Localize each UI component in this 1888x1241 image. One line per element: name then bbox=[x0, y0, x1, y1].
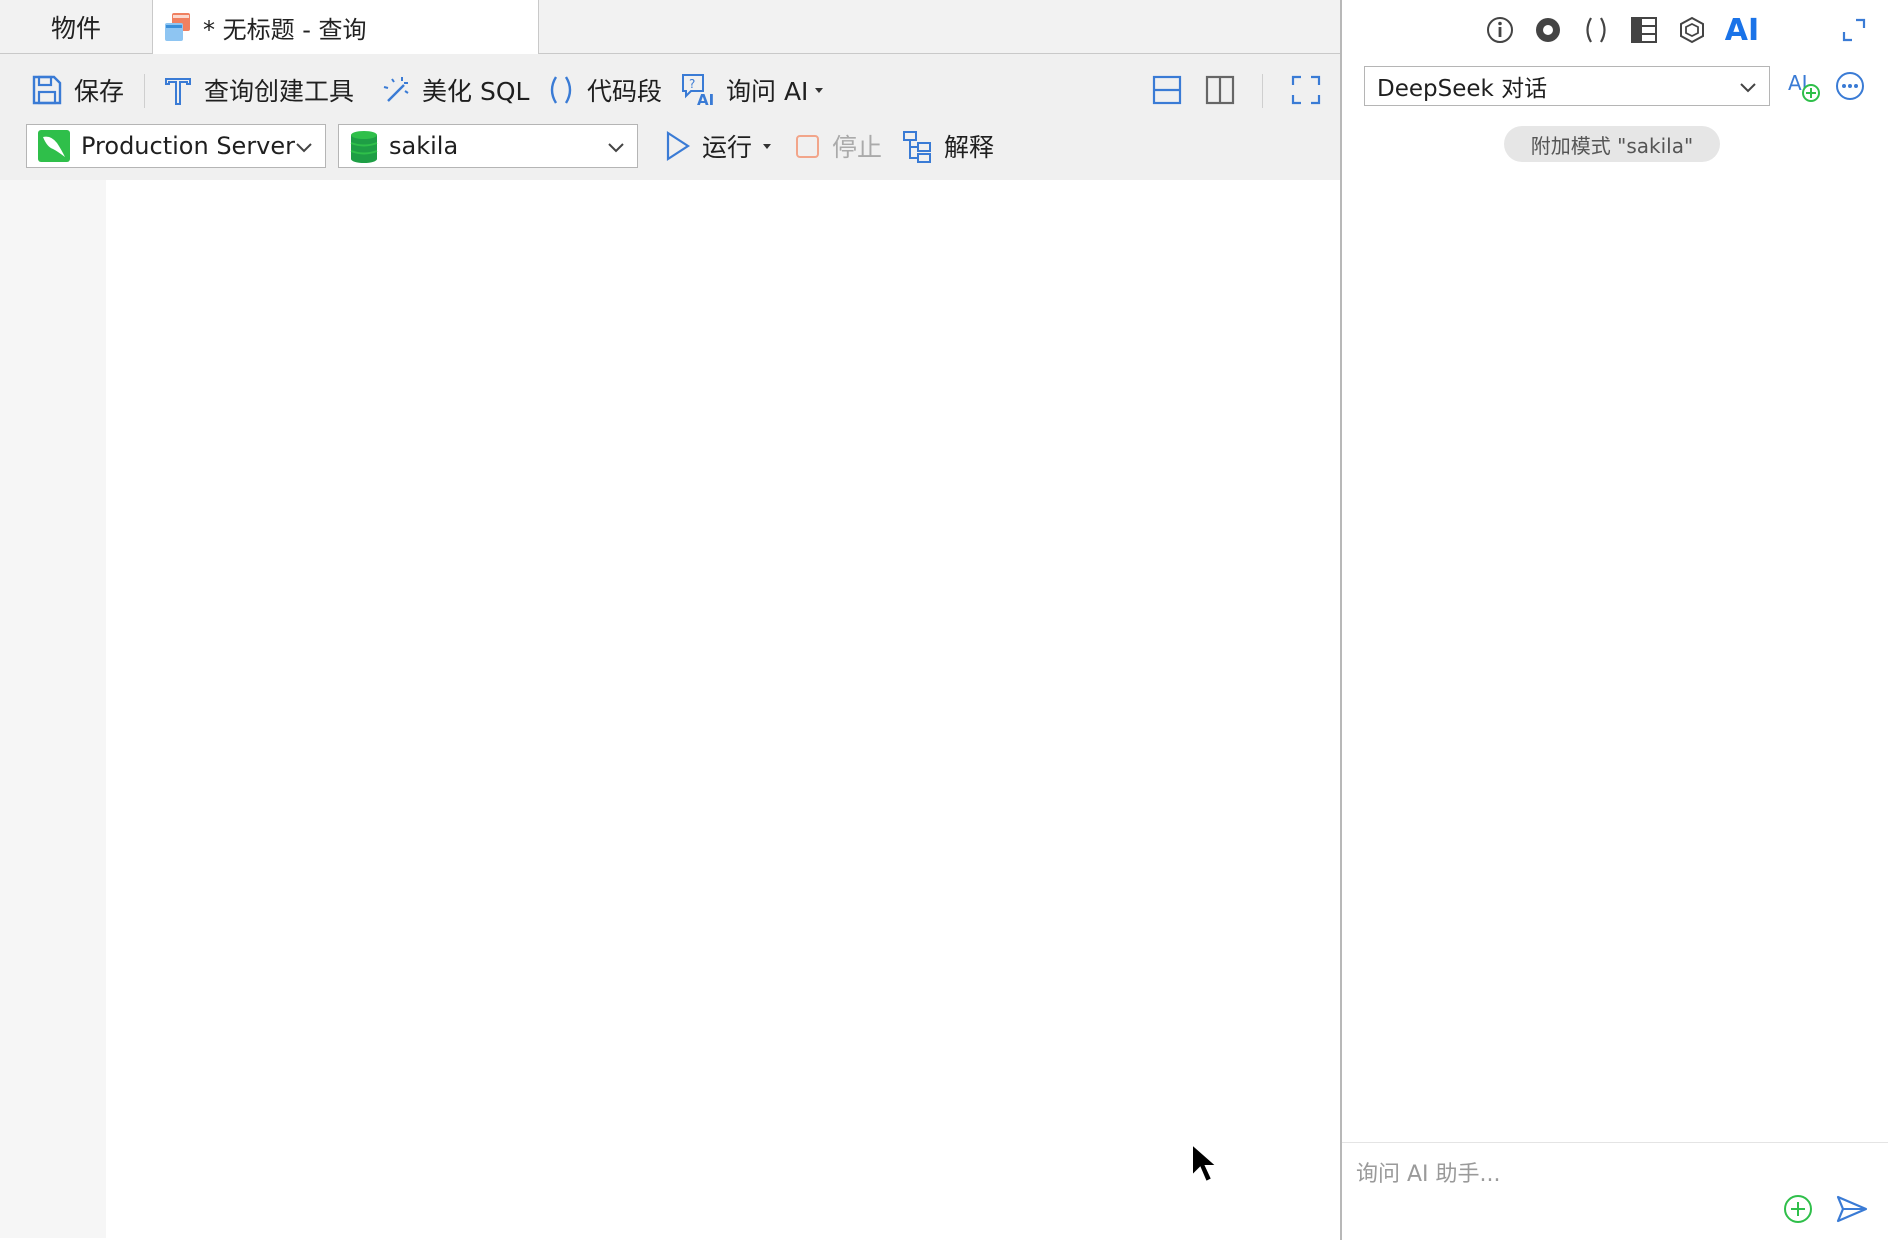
chevron-down-icon bbox=[1740, 83, 1756, 93]
ai-chat-input[interactable] bbox=[1354, 1151, 1798, 1197]
fullscreen-button[interactable] bbox=[1289, 68, 1333, 112]
layout-horizontal-split-button[interactable] bbox=[1150, 68, 1194, 112]
play-icon bbox=[666, 130, 691, 162]
chevron-down-icon bbox=[296, 143, 312, 153]
expand-icon bbox=[1842, 18, 1866, 42]
run-label: 运行 bbox=[702, 133, 753, 162]
split-vertical-icon bbox=[1205, 75, 1235, 105]
database-select[interactable]: sakila bbox=[338, 124, 638, 168]
expand-panel-button[interactable] bbox=[1836, 10, 1872, 50]
mysql-dolphin-icon bbox=[38, 130, 70, 162]
database-name: sakila bbox=[389, 132, 459, 160]
code-snippet-tab[interactable] bbox=[1578, 10, 1614, 50]
stop-icon bbox=[796, 135, 819, 158]
parentheses-icon bbox=[550, 76, 572, 104]
ai-tab-label: AI bbox=[1724, 12, 1760, 48]
tab-untitled-query-label: * 无标题 - 查询 bbox=[203, 15, 367, 44]
toolbar-separator bbox=[144, 74, 145, 108]
more-options-button[interactable] bbox=[1832, 66, 1868, 106]
ask-ai-label: 询问 AI bbox=[726, 77, 809, 106]
send-icon bbox=[1836, 1195, 1868, 1223]
ai-add-icon: AI bbox=[1788, 71, 1820, 102]
magic-wand-icon bbox=[383, 77, 409, 102]
explain-tree-icon bbox=[903, 131, 931, 163]
table-grid-icon bbox=[1631, 17, 1657, 43]
sql-editor[interactable] bbox=[0, 180, 1340, 1240]
ask-ai-icon: ? AI bbox=[682, 74, 714, 108]
plus-circle-icon bbox=[1784, 1195, 1812, 1223]
ai-model-select[interactable]: DeepSeek 对话 bbox=[1364, 66, 1770, 106]
code-snippet-label: 代码段 bbox=[587, 77, 663, 106]
explain-label: 解释 bbox=[944, 133, 995, 162]
save-label: 保存 bbox=[74, 77, 125, 106]
more-icon bbox=[1836, 72, 1864, 100]
parentheses-icon bbox=[1586, 17, 1606, 43]
query-builder-label: 查询创建工具 bbox=[204, 77, 355, 106]
save-button[interactable]: 保存 bbox=[30, 68, 124, 112]
preview-tab[interactable] bbox=[1530, 10, 1566, 50]
explain-button[interactable]: 解释 bbox=[902, 124, 994, 168]
hexagon-icon bbox=[1680, 16, 1704, 44]
caret-down-icon bbox=[763, 144, 772, 149]
svg-text:AI: AI bbox=[697, 91, 714, 108]
database-icon bbox=[350, 131, 378, 163]
send-button[interactable] bbox=[1834, 1189, 1870, 1229]
query-tab-icon bbox=[165, 13, 190, 41]
ask-ai-button[interactable]: ? AI 询问 AI bbox=[680, 68, 826, 112]
add-attachment-button[interactable] bbox=[1780, 1189, 1816, 1229]
line-number-gutter bbox=[0, 180, 106, 1238]
layout-vertical-split-button[interactable] bbox=[1203, 68, 1247, 112]
beautify-sql-button[interactable]: 美化 SQL bbox=[380, 68, 529, 112]
fullscreen-icon bbox=[1291, 75, 1321, 105]
stop-button[interactable]: 停止 bbox=[794, 124, 882, 168]
connection-select[interactable]: Production Server bbox=[26, 124, 326, 168]
eye-icon bbox=[1536, 18, 1560, 42]
save-icon bbox=[32, 75, 62, 105]
tab-objects[interactable]: 物件 bbox=[0, 0, 153, 53]
ai-tab[interactable]: AI bbox=[1720, 10, 1764, 50]
info-icon bbox=[1487, 17, 1513, 43]
toolbar-row-actions: 保存 查询创建工具 美化 SQL 代码段 ? AI 询问 AI bbox=[0, 68, 1340, 112]
attach-mode-badge[interactable]: 附加模式 "sakila" bbox=[1504, 126, 1720, 162]
mouse-cursor-icon bbox=[1191, 1142, 1220, 1184]
ai-assistant-pane: AI DeepSeek 对话 AI 附加模式 "sakila" 询问 AI 助手… bbox=[1342, 0, 1888, 1241]
tab-bar: 物件 * 无标题 - 查询 bbox=[0, 0, 1340, 54]
side-panel-tabs: AI bbox=[1342, 10, 1888, 50]
ai-chat-composer bbox=[1342, 1142, 1888, 1241]
split-horizontal-icon bbox=[1152, 75, 1182, 105]
tab-untitled-query[interactable]: * 无标题 - 查询 bbox=[153, 0, 539, 54]
toolbar-separator bbox=[1262, 74, 1263, 108]
query-builder-button[interactable]: 查询创建工具 bbox=[162, 68, 354, 112]
svg-text:?: ? bbox=[689, 77, 695, 91]
query-toolbar: 保存 查询创建工具 美化 SQL 代码段 ? AI 询问 AI Producti… bbox=[0, 54, 1340, 180]
object-tab[interactable] bbox=[1674, 10, 1710, 50]
connection-name: Production Server bbox=[81, 132, 296, 160]
beautify-sql-label: 美化 SQL bbox=[422, 77, 530, 106]
new-ai-chat-button[interactable]: AI bbox=[1786, 66, 1822, 106]
ai-model-name: DeepSeek 对话 bbox=[1377, 76, 1548, 102]
info-tab[interactable] bbox=[1482, 10, 1518, 50]
query-editor-pane: 物件 * 无标题 - 查询 保存 查询创建工具 美化 SQL 代码段 ? AI … bbox=[0, 0, 1340, 1240]
toolbar-row-connection: Production Server sakila 运行 停止 解释 bbox=[0, 124, 1340, 170]
stop-label: 停止 bbox=[832, 133, 883, 162]
query-builder-icon bbox=[165, 78, 191, 105]
chevron-down-icon bbox=[608, 143, 624, 153]
table-tab[interactable] bbox=[1626, 10, 1662, 50]
run-button[interactable]: 运行 bbox=[662, 124, 774, 168]
code-snippet-button[interactable]: 代码段 bbox=[545, 68, 662, 112]
caret-down-icon bbox=[815, 88, 824, 93]
